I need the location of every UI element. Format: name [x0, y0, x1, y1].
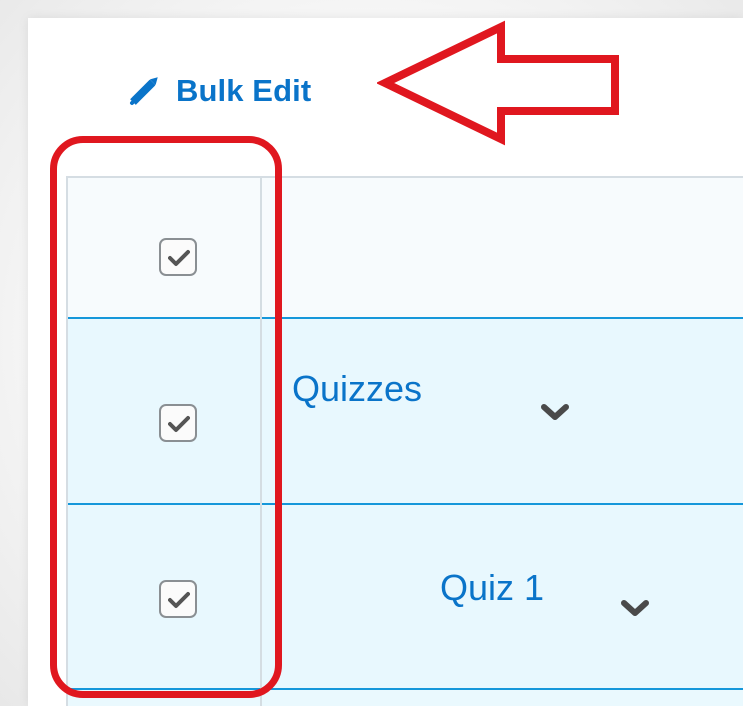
checkmark-icon: [168, 416, 190, 432]
pencil-icon: [124, 69, 166, 111]
checkmark-icon: [168, 250, 190, 266]
quiz-1-label[interactable]: Quiz 1: [440, 570, 544, 606]
row-divider: [68, 688, 743, 690]
bulk-edit-table: [66, 176, 743, 706]
toolbar: Bulk Edit: [124, 66, 311, 114]
quizzes-checkbox[interactable]: [159, 404, 197, 442]
select-all-checkbox[interactable]: [159, 238, 197, 276]
chevron-down-icon[interactable]: [620, 598, 650, 618]
selection-column-divider: [260, 178, 262, 706]
bulk-edit-button[interactable]: Bulk Edit: [124, 69, 311, 111]
chevron-down-icon[interactable]: [540, 402, 570, 422]
row-divider: [68, 317, 743, 319]
quizzes-label[interactable]: Quizzes: [292, 371, 422, 407]
quiz-1-checkbox[interactable]: [159, 580, 197, 618]
bulk-edit-label: Bulk Edit: [176, 72, 312, 108]
row-divider: [68, 503, 743, 505]
checkmark-icon: [168, 592, 190, 608]
